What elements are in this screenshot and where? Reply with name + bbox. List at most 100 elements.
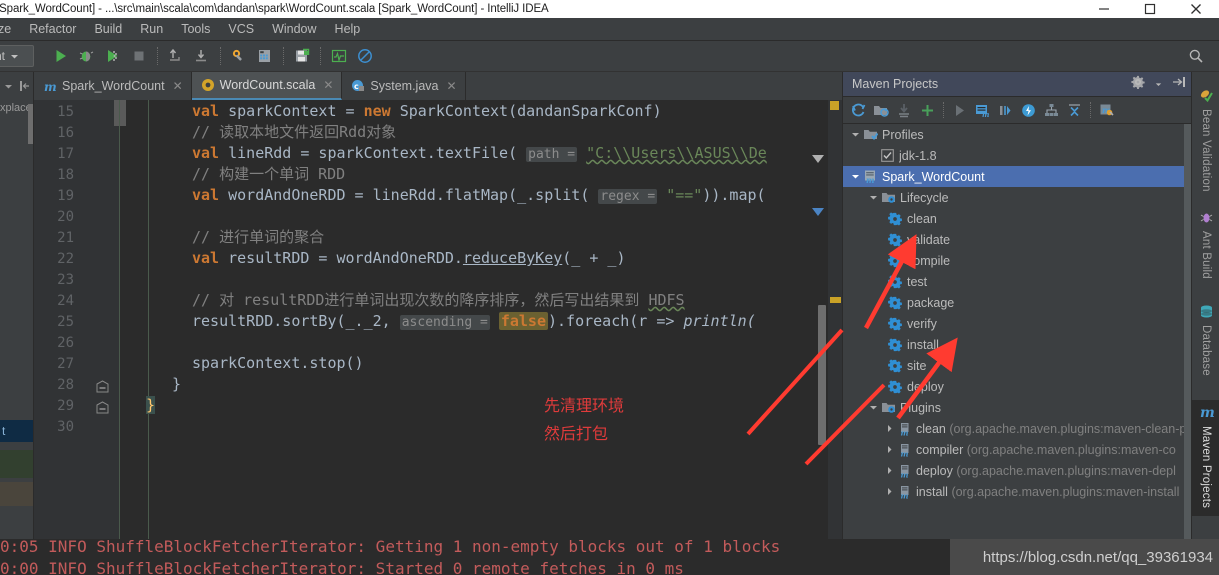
- tree-item-goal-install[interactable]: install: [843, 334, 1192, 355]
- toggle-offline-icon[interactable]: [1017, 99, 1040, 121]
- menu-window[interactable]: Window: [263, 18, 325, 41]
- activity-monitor-icon[interactable]: [328, 45, 350, 67]
- tree-item-goal-package[interactable]: package: [843, 292, 1192, 313]
- tab-spark-wordcount[interactable]: m Spark_WordCount ✕: [34, 72, 192, 100]
- toggle-skip-tests-icon[interactable]: [994, 99, 1017, 121]
- add-icon[interactable]: [916, 99, 939, 121]
- menu-tools[interactable]: Tools: [172, 18, 219, 41]
- tree-item-plugin-compiler[interactable]: m compiler (org.apache.maven.plugins:mav…: [843, 439, 1192, 460]
- execute-goal-icon[interactable]: m: [971, 99, 994, 121]
- code-line-24: // 对 resultRDD进行单词出现次数的降序排序，然后写出结果到 HDFS: [192, 291, 685, 309]
- chevron-right-icon[interactable]: [883, 443, 896, 456]
- line-number: 19: [57, 188, 74, 204]
- line-number: 25: [57, 314, 74, 330]
- chevron-right-icon[interactable]: [883, 464, 896, 477]
- tree-item-lifecycle[interactable]: Lifecycle: [843, 187, 1192, 208]
- stop-icon[interactable]: [128, 45, 150, 67]
- tree-item-goal-validate[interactable]: validate: [843, 229, 1192, 250]
- reimport-icon[interactable]: [847, 99, 870, 121]
- gear-icon[interactable]: [1131, 75, 1145, 94]
- maven-settings-icon[interactable]: m: [1095, 99, 1118, 121]
- next-error-arrow-icon[interactable]: [812, 155, 824, 163]
- chevron-down-icon-maven[interactable]: [1155, 75, 1162, 93]
- chevron-down-icon[interactable]: [867, 191, 880, 204]
- editor-marker-track[interactable]: [828, 100, 842, 575]
- maven-tree[interactable]: Profiles jdk-1.8 m Spark_WordCount Lifec…: [843, 124, 1192, 575]
- menu-help[interactable]: Help: [326, 18, 370, 41]
- menu-refactor[interactable]: Refactor: [20, 18, 85, 41]
- tab-close-icon[interactable]: ✕: [173, 79, 183, 93]
- scala-object-icon: [201, 78, 215, 92]
- chevron-down-icon[interactable]: [867, 401, 880, 414]
- fold-marker[interactable]: [96, 380, 109, 393]
- tab-wordcount-scala[interactable]: WordCount.scala ✕: [191, 72, 343, 100]
- collapse-all-icon[interactable]: [1063, 99, 1086, 121]
- maximize-button[interactable]: [1127, 0, 1173, 18]
- search-everywhere-icon[interactable]: [1185, 45, 1207, 67]
- close-button[interactable]: [1173, 0, 1219, 18]
- tab-close-icon[interactable]: ✕: [323, 78, 333, 92]
- menu-run[interactable]: Run: [131, 18, 172, 41]
- tree-item-spark-wordcount[interactable]: m Spark_WordCount: [843, 166, 1192, 187]
- run-coverage-icon[interactable]: [102, 45, 124, 67]
- checkbox-checked-icon[interactable]: [879, 148, 895, 164]
- tree-label: test: [907, 274, 928, 289]
- tool-button-maven-projects[interactable]: m Maven Projects: [1192, 400, 1219, 516]
- tree-item-goal-clean[interactable]: clean: [843, 208, 1192, 229]
- tab-label: System.java: [370, 79, 439, 93]
- menu-vcs[interactable]: VCS: [219, 18, 263, 41]
- menu-analyze[interactable]: ze: [0, 18, 20, 41]
- tree-item-goal-deploy[interactable]: deploy: [843, 376, 1192, 397]
- fold-marker-2[interactable]: [96, 401, 109, 414]
- tree-item-plugin-clean[interactable]: m clean (org.apache.maven.plugins:maven-…: [843, 418, 1192, 439]
- minimize-button[interactable]: [1081, 0, 1127, 18]
- run-maven-build-icon[interactable]: [948, 99, 971, 121]
- settings-wrench-icon[interactable]: [228, 45, 250, 67]
- save-all-icon[interactable]: [291, 45, 313, 67]
- left-selected-row[interactable]: t: [0, 420, 34, 442]
- tree-item-goal-verify[interactable]: verify: [843, 313, 1192, 334]
- chevron-right-icon[interactable]: [883, 422, 896, 435]
- tab-close-icon[interactable]: ✕: [446, 79, 456, 93]
- run-configuration-selector[interactable]: nt: [0, 45, 34, 67]
- run-icon[interactable]: [50, 45, 72, 67]
- chevron-down-icon[interactable]: [849, 170, 862, 183]
- tree-item-goal-test[interactable]: test: [843, 271, 1192, 292]
- line-number: 17: [57, 146, 74, 162]
- tool-button-ant-build[interactable]: Ant Build: [1192, 210, 1219, 279]
- tree-item-plugins[interactable]: Plugins: [843, 397, 1192, 418]
- tree-item-plugin-install[interactable]: m install (org.apache.maven.plugins:mave…: [843, 481, 1192, 502]
- tree-item-profiles[interactable]: Profiles: [843, 124, 1192, 145]
- editor-gutter[interactable]: 15 16 17 18 19 20 21 22 23 24 25 26 27 2…: [34, 100, 126, 575]
- warning-marker[interactable]: [830, 101, 839, 110]
- no-entry-icon[interactable]: [354, 45, 376, 67]
- tree-item-jdk-1-8[interactable]: jdk-1.8: [843, 145, 1192, 166]
- prev-error-arrow-icon[interactable]: [812, 208, 824, 216]
- debug-icon[interactable]: [76, 45, 98, 67]
- code-line-21: // 进行单词的聚合: [192, 228, 325, 246]
- maven-tree-scrollbar[interactable]: [1184, 124, 1191, 575]
- chevron-right-icon[interactable]: [883, 485, 896, 498]
- tab-system-java[interactable]: c System.java ✕: [342, 72, 466, 100]
- chevron-down-icon-left[interactable]: [4, 82, 13, 91]
- hide-tabs-icon[interactable]: [19, 80, 31, 92]
- warning-marker-2[interactable]: [830, 297, 841, 303]
- tree-item-goal-site[interactable]: site: [843, 355, 1192, 376]
- tree-item-plugin-deploy[interactable]: m deploy (org.apache.maven.plugins:maven…: [843, 460, 1192, 481]
- menu-build[interactable]: Build: [85, 18, 131, 41]
- editor-vertical-scrollbar[interactable]: [818, 305, 826, 445]
- project-structure-icon[interactable]: [254, 45, 276, 67]
- toolbar-separator-3: [283, 47, 284, 65]
- download-sources-icon[interactable]: [893, 99, 916, 121]
- show-dependencies-icon[interactable]: [1040, 99, 1063, 121]
- generate-sources-icon[interactable]: [870, 99, 893, 121]
- code-area[interactable]: val sparkContext = new SparkContext(dand…: [120, 100, 842, 575]
- run-console[interactable]: 0:05 INFO ShuffleBlockFetcherIterator: G…: [0, 539, 1219, 575]
- hide-panel-icon[interactable]: [1172, 75, 1186, 94]
- chevron-down-icon[interactable]: [849, 128, 862, 141]
- tree-item-goal-compile[interactable]: compile: [843, 250, 1192, 271]
- step-out-icon[interactable]: [165, 45, 187, 67]
- tool-button-bean-validation[interactable]: Bean Validation: [1192, 88, 1219, 192]
- step-into-icon[interactable]: [191, 45, 213, 67]
- tool-button-database[interactable]: Database: [1192, 304, 1219, 376]
